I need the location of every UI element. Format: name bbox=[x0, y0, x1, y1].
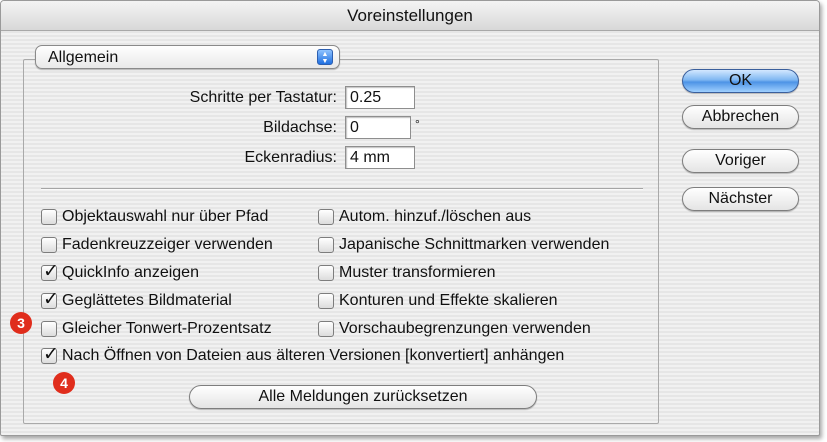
step-size-field[interactable]: 0.25 bbox=[345, 86, 415, 109]
checkbox-box[interactable] bbox=[41, 237, 57, 253]
checkbox-label: Fadenkreuzzeiger verwenden bbox=[62, 236, 273, 253]
checkbox-label: Vorschaubegrenzungen verwenden bbox=[339, 320, 591, 337]
checkbox-label: QuickInfo anzeigen bbox=[62, 264, 199, 281]
checkbox-label: Objektauswahl nur über Pfad bbox=[62, 208, 269, 225]
checkbox-box[interactable]: ✓ bbox=[41, 261, 59, 282]
dialog-title: Voreinstellungen bbox=[1, 1, 819, 31]
checkmark-icon: ✓ bbox=[43, 344, 59, 365]
checkbox-box[interactable] bbox=[318, 321, 334, 337]
ok-button[interactable]: OK bbox=[682, 69, 799, 93]
checkmark-icon: ✓ bbox=[43, 289, 59, 310]
degree-unit: ° bbox=[415, 117, 420, 131]
checkmark-icon: ✓ bbox=[43, 261, 59, 282]
separator bbox=[41, 188, 643, 190]
popup-arrows-icon: ▲ ▼ bbox=[317, 49, 333, 65]
preferences-dialog: Voreinstellungen Allgemein ▲ ▼ Schritte p… bbox=[0, 0, 820, 436]
checkbox-label: Nach Öffnen von Dateien aus älteren Vers… bbox=[62, 347, 565, 364]
annotation-badge-3: 3 bbox=[10, 312, 32, 334]
step-size-label: Schritte per Tastatur: bbox=[189, 89, 337, 106]
corner-radius-label: Eckenradius: bbox=[244, 149, 338, 166]
checkbox-label: Geglättetes Bildmaterial bbox=[62, 292, 232, 309]
image-axis-label: Bildachse: bbox=[263, 119, 337, 136]
corner-radius-field[interactable]: 4 mm bbox=[345, 146, 415, 169]
checkbox-box[interactable] bbox=[318, 237, 334, 253]
annotation-badge-4: 4 bbox=[53, 372, 75, 394]
next-button[interactable]: Nächster bbox=[682, 187, 799, 211]
previous-button[interactable]: Voriger bbox=[682, 149, 799, 173]
checkbox-box[interactable] bbox=[318, 209, 334, 225]
checkbox-label: Muster transformieren bbox=[339, 264, 496, 281]
checkbox-label: Japanische Schnittmarken verwenden bbox=[339, 236, 610, 253]
image-axis-field[interactable]: 0 bbox=[345, 116, 411, 139]
category-popup[interactable]: Allgemein ▲ ▼ bbox=[35, 45, 340, 69]
checkbox-label: Autom. hinzuf./löschen aus bbox=[339, 208, 532, 225]
reset-warnings-button[interactable]: Alle Meldungen zurücksetzen bbox=[189, 385, 537, 409]
checkbox-label: Konturen und Effekte skalieren bbox=[339, 292, 558, 309]
checkbox-box[interactable] bbox=[41, 209, 57, 225]
checkbox-box[interactable]: ✓ bbox=[41, 289, 59, 310]
checkbox-box[interactable] bbox=[318, 293, 334, 309]
category-popup-value: Allgemein bbox=[48, 49, 119, 66]
checkbox-box[interactable]: ✓ bbox=[41, 344, 59, 365]
checkbox-box[interactable] bbox=[318, 265, 334, 281]
checkbox-box[interactable] bbox=[41, 321, 57, 337]
cancel-button[interactable]: Abbrechen bbox=[682, 105, 799, 129]
checkbox-label: Gleicher Tonwert-Prozentsatz bbox=[62, 320, 272, 337]
